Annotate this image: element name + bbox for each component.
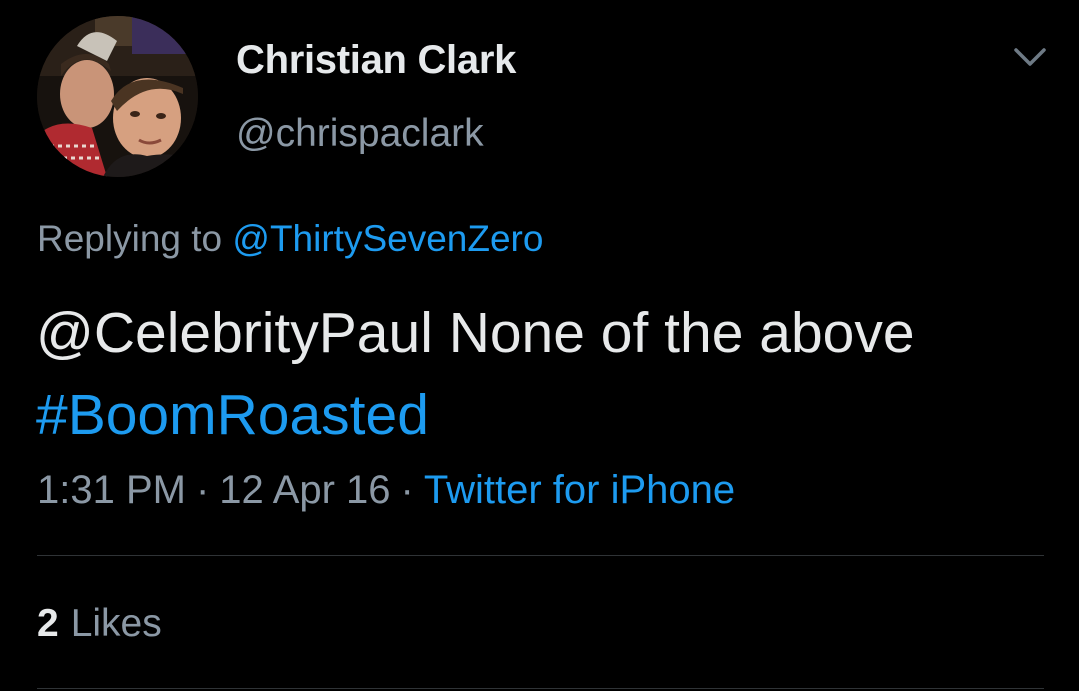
replying-to: Replying to @ThirtySevenZero	[37, 218, 543, 260]
meta-separator: ·	[195, 468, 210, 512]
tweet-source-link[interactable]: Twitter for iPhone	[424, 468, 735, 512]
tweet-text-line: @CelebrityPaul None of the above	[36, 301, 915, 365]
chevron-down-icon[interactable]	[1012, 42, 1048, 72]
hashtag-link[interactable]: #BoomRoasted	[36, 374, 915, 456]
likes-stat[interactable]: 2 Likes	[37, 602, 162, 646]
author-display-name[interactable]: Christian Clark	[236, 38, 516, 83]
avatar-photo	[37, 16, 198, 177]
author-handle[interactable]: @chrispaclark	[236, 112, 484, 156]
meta-separator: ·	[400, 468, 414, 512]
divider	[37, 688, 1044, 689]
likes-label: Likes	[70, 602, 162, 645]
avatar[interactable]	[37, 16, 198, 177]
tweet-text: @CelebrityPaul None of the above #BoomRo…	[36, 292, 915, 456]
divider	[37, 555, 1044, 556]
tweet-date[interactable]: 12 Apr 16	[219, 468, 390, 512]
tweet-meta: 1:31 PM · 12 Apr 16 · Twitter for iPhone	[37, 468, 735, 513]
likes-count: 2	[37, 602, 59, 645]
tweet-detail: Christian Clark @chrispaclark Replying t…	[0, 0, 1079, 691]
reply-mention-link[interactable]: @ThirtySevenZero	[232, 218, 543, 259]
tweet-time[interactable]: 1:31 PM	[37, 468, 186, 512]
replying-to-label: Replying to	[37, 218, 223, 259]
